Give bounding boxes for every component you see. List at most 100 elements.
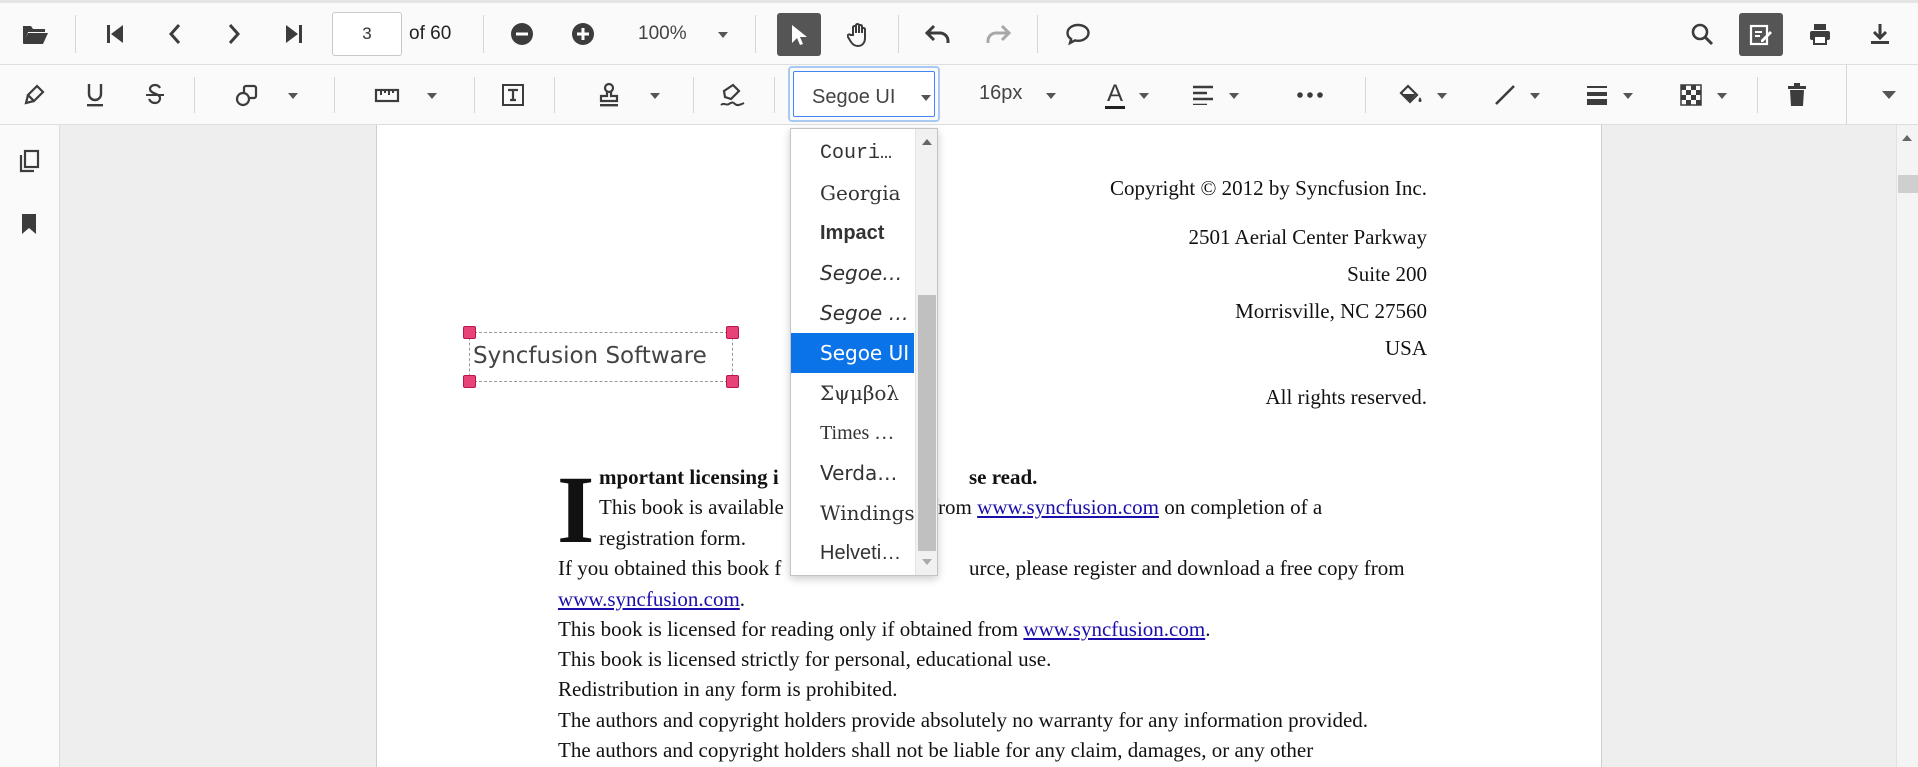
annotation-text[interactable]: Syncfusion Software — [473, 343, 707, 369]
scroll-down-icon[interactable] — [922, 559, 932, 565]
free-text-annotation[interactable]: Syncfusion Software — [463, 326, 739, 388]
separator — [1037, 15, 1038, 53]
chevron-down-icon[interactable] — [1530, 93, 1540, 99]
scrollbar-thumb[interactable] — [918, 295, 936, 551]
chevron-down-icon[interactable] — [1623, 93, 1633, 99]
separator — [755, 15, 756, 53]
chevron-down-icon[interactable] — [718, 32, 728, 38]
font-option[interactable]: Segoe … — [791, 293, 914, 333]
fill-color-icon[interactable] — [1394, 78, 1428, 112]
chevron-down-icon[interactable] — [1717, 93, 1727, 99]
more-options-icon[interactable] — [1292, 78, 1328, 112]
page-number-input[interactable] — [332, 12, 402, 56]
body-text-line: ad from www.syncfusion.com on completion… — [906, 495, 1322, 520]
viewer-scrollbar[interactable] — [1896, 125, 1918, 767]
body-text-fragment: This book is licensed for reading only i… — [558, 617, 1019, 641]
copyright-line: Copyright © 2012 by Syncfusion Inc. — [1110, 176, 1427, 200]
syncfusion-link[interactable]: www.syncfusion.com — [558, 587, 740, 611]
pan-hand-icon[interactable] — [841, 16, 877, 52]
free-text-icon[interactable] — [496, 78, 530, 112]
text-align-icon[interactable] — [1186, 78, 1220, 112]
stamp-icon[interactable] — [592, 78, 626, 112]
redo-icon[interactable] — [980, 17, 1016, 51]
highlight-icon[interactable] — [18, 78, 52, 112]
chevron-down-icon[interactable] — [427, 93, 437, 99]
toolbar-overflow-chevron-icon[interactable] — [1882, 91, 1896, 99]
scroll-up-icon[interactable] — [922, 139, 932, 145]
font-option[interactable]: Σψμβολ — [791, 373, 914, 413]
open-file-icon[interactable] — [18, 17, 52, 51]
opacity-icon[interactable] — [1674, 78, 1708, 112]
font-color-icon[interactable]: A — [1098, 75, 1132, 115]
chevron-down-icon[interactable] — [650, 93, 660, 99]
pdf-page[interactable]: Copyright © 2012 by Syncfusion Inc. 2501… — [376, 125, 1602, 767]
navigation-panel — [0, 125, 60, 767]
measure-ruler-icon[interactable] — [370, 78, 404, 112]
address-line: Suite 200 — [1347, 262, 1427, 286]
last-page-icon[interactable] — [277, 17, 311, 51]
bookmark-icon[interactable] — [12, 207, 46, 241]
font-option[interactable]: Helveti… — [791, 533, 914, 573]
font-option[interactable]: Windings — [791, 493, 914, 533]
search-icon[interactable] — [1684, 17, 1720, 51]
chevron-down-icon[interactable] — [1437, 93, 1447, 99]
previous-page-icon[interactable] — [158, 17, 192, 51]
scrollbar-thumb[interactable] — [1898, 175, 1918, 193]
resize-handle[interactable] — [726, 326, 739, 339]
syncfusion-link[interactable]: www.syncfusion.com — [977, 495, 1159, 519]
chevron-down-icon[interactable] — [1139, 93, 1149, 99]
chevron-down-icon[interactable] — [288, 93, 298, 99]
resize-handle[interactable] — [463, 375, 476, 388]
font-option[interactable]: Georgia — [791, 173, 914, 213]
body-text-line: urce, please register and download a fre… — [969, 556, 1405, 580]
separator — [1846, 65, 1847, 125]
address-line: Morrisville, NC 27560 — [1235, 299, 1427, 323]
chevron-down-icon[interactable] — [1046, 93, 1056, 99]
separator — [474, 77, 475, 113]
strikethrough-icon[interactable] — [138, 78, 172, 112]
body-text-line: This book is available — [599, 495, 784, 519]
print-icon[interactable] — [1802, 17, 1838, 51]
line-thickness-icon[interactable] — [1580, 78, 1614, 112]
zoom-level-dropdown[interactable]: 100% — [638, 23, 687, 45]
underline-icon[interactable] — [78, 78, 112, 112]
font-option[interactable]: Times … — [791, 413, 914, 453]
first-page-icon[interactable] — [98, 17, 132, 51]
body-text-fragment: on completion of a — [1164, 495, 1323, 519]
address-line: 2501 Aerial Center Parkway — [1188, 225, 1427, 249]
chevron-down-icon[interactable] — [1229, 93, 1239, 99]
font-option[interactable]: Verda… — [791, 453, 914, 493]
font-option[interactable]: Couri… — [791, 133, 914, 173]
popup-scrollbar[interactable] — [915, 129, 937, 575]
resize-handle[interactable] — [726, 375, 739, 388]
comment-icon[interactable] — [1060, 17, 1096, 51]
page-thumbnails-icon[interactable] — [12, 144, 46, 178]
font-option[interactable]: Segoe… — [791, 253, 914, 293]
selection-tool-button[interactable] — [777, 13, 821, 56]
syncfusion-link[interactable]: www.syncfusion.com — [1023, 617, 1205, 641]
zoom-in-icon[interactable] — [566, 17, 600, 51]
cursor-arrow-icon — [792, 24, 807, 45]
resize-handle[interactable] — [463, 326, 476, 339]
download-icon[interactable] — [1862, 17, 1898, 51]
chevron-down-icon[interactable] — [921, 95, 931, 101]
zoom-out-icon[interactable] — [505, 17, 539, 51]
font-option[interactable]: Segoe UI — [791, 333, 914, 373]
page-count-label: of 60 — [409, 23, 452, 44]
body-text-line: Redistribution in any form is prohibited… — [558, 677, 898, 701]
next-page-icon[interactable] — [217, 17, 251, 51]
edit-annotation-button[interactable] — [1739, 13, 1783, 56]
font-family-dropdown[interactable]: Segoe UI — [788, 66, 940, 122]
signature-icon[interactable] — [716, 78, 750, 112]
body-text-line: This book is licensed for reading only i… — [558, 617, 1210, 642]
delete-icon[interactable] — [1780, 78, 1814, 112]
font-family-value: Segoe UI — [812, 86, 896, 108]
font-size-dropdown[interactable]: 16px — [979, 82, 1022, 105]
stroke-color-icon[interactable] — [1488, 78, 1522, 112]
scroll-up-icon[interactable] — [1902, 135, 1912, 141]
font-option[interactable]: Impact — [791, 213, 914, 253]
shapes-icon[interactable] — [230, 78, 264, 112]
body-text-line: The authors and copyright holders shall … — [558, 738, 1314, 762]
drop-cap: I — [557, 456, 595, 563]
undo-icon[interactable] — [920, 17, 956, 51]
